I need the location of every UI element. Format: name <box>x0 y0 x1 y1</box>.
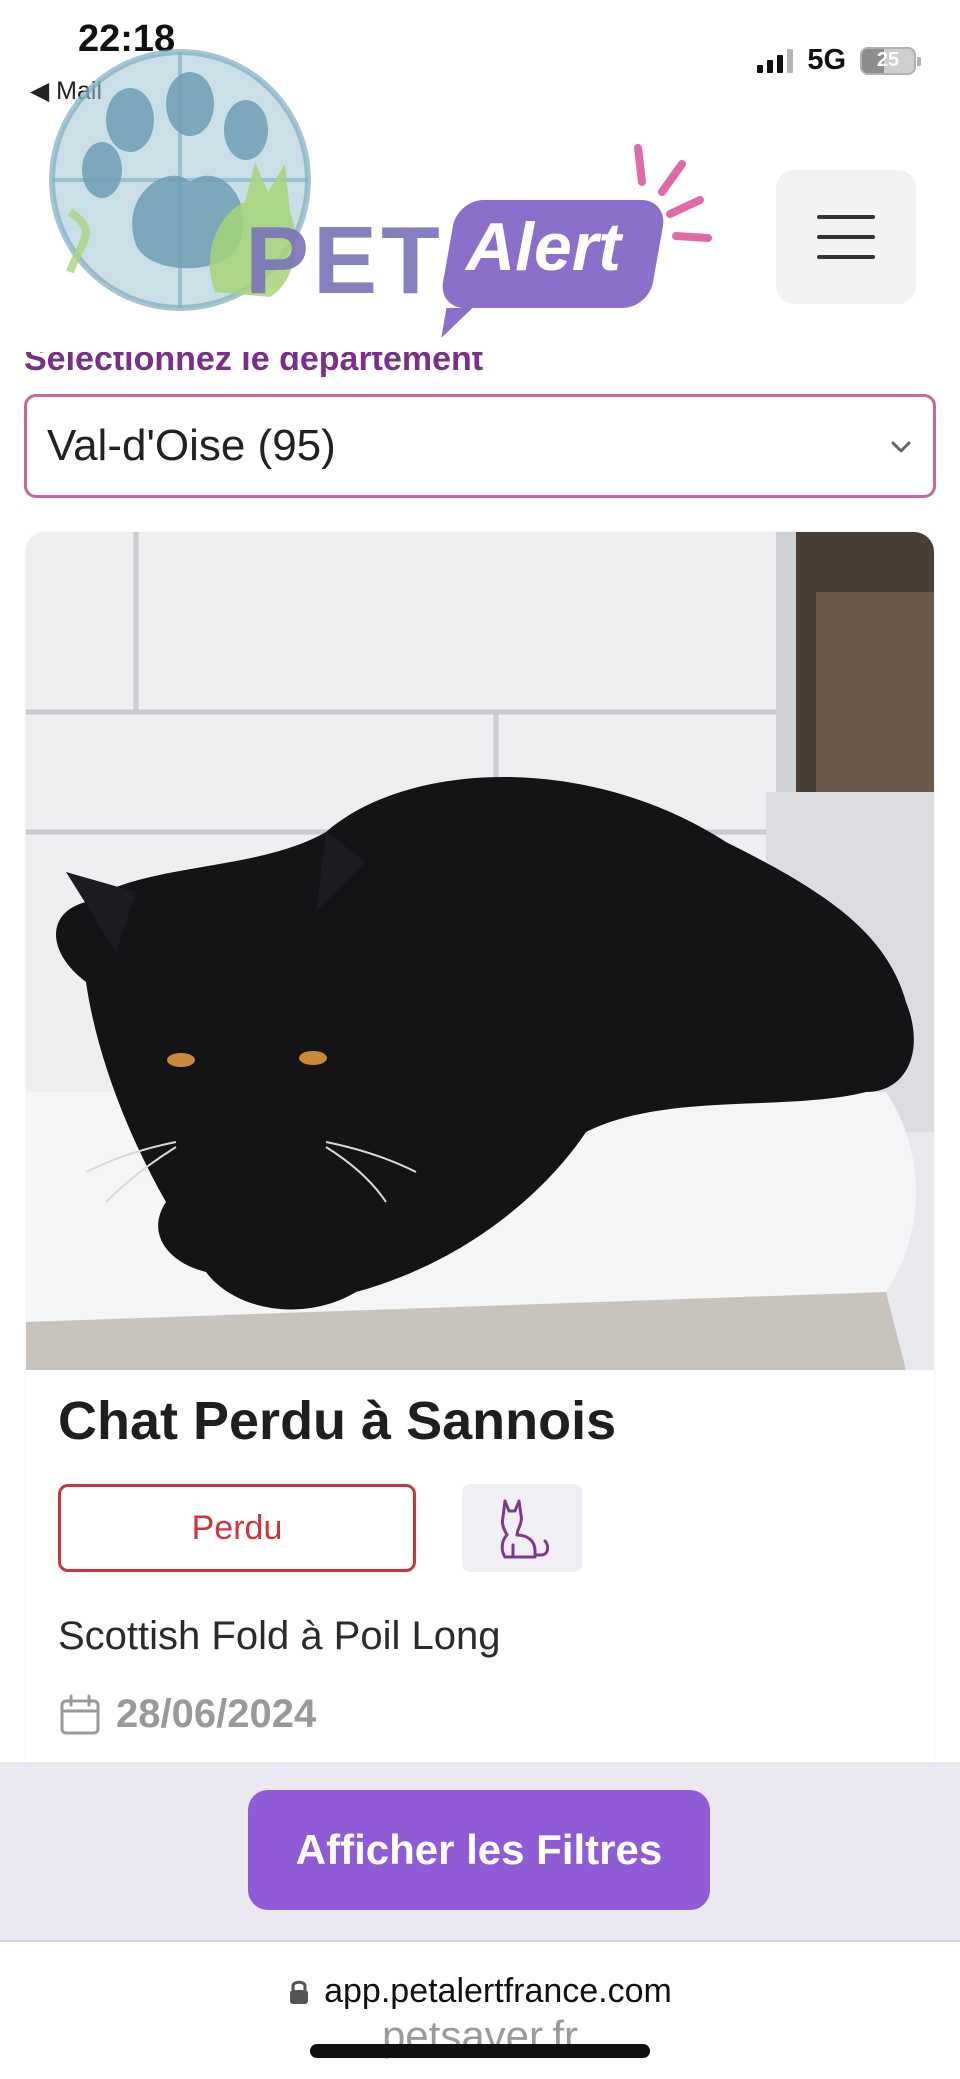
status-indicators: 5G 25 <box>757 44 921 77</box>
menu-button[interactable] <box>776 170 916 304</box>
breed-text: Scottish Fold à Poil Long <box>58 1614 501 1658</box>
date-row: 28/06/2024 <box>58 1692 316 1737</box>
hamburger-menu-icon <box>817 215 875 219</box>
filters-bar: Afficher les Filtres <box>0 1762 960 1942</box>
alert-rays-icon <box>620 140 720 255</box>
department-selected-value: Val-d'Oise (95) <box>47 421 336 470</box>
home-indicator[interactable] <box>310 2044 650 2058</box>
address-row[interactable]: app.petalertfrance.com <box>0 1972 960 2011</box>
department-label: Sélectionnez le département <box>24 340 484 378</box>
browser-address-bar[interactable]: app.petalertfrance.com petsaver.fr <box>0 1942 960 2079</box>
card-title: Chat Perdu à Sannois <box>58 1391 617 1451</box>
logo-word: PET <box>245 207 444 314</box>
department-select[interactable]: Val-d'Oise (95) <box>24 394 936 498</box>
page: 22:18 ◀ Mail 5G 25 PET Alert Sélectionne… <box>0 0 960 2079</box>
species-badge <box>462 1484 582 1572</box>
status-badge: Perdu <box>58 1484 416 1572</box>
lock-icon <box>290 1980 309 2004</box>
pet-card[interactable]: Chat Perdu à Sannois Perdu Scottish Fold… <box>26 532 934 1762</box>
calendar-icon <box>60 1694 100 1734</box>
url-text: app.petalertfrance.com <box>324 1972 672 2010</box>
show-filters-button[interactable]: Afficher les Filtres <box>248 1790 710 1910</box>
cat-icon <box>500 1499 550 1559</box>
network-type: 5G <box>807 44 846 76</box>
logo-accent: Alert <box>466 209 621 285</box>
signal-icon <box>757 48 794 73</box>
pet-photo <box>26 532 934 1370</box>
chevron-down-icon <box>891 441 911 453</box>
battery-icon: 25 <box>860 46 921 75</box>
date-text: 28/06/2024 <box>116 1692 317 1736</box>
